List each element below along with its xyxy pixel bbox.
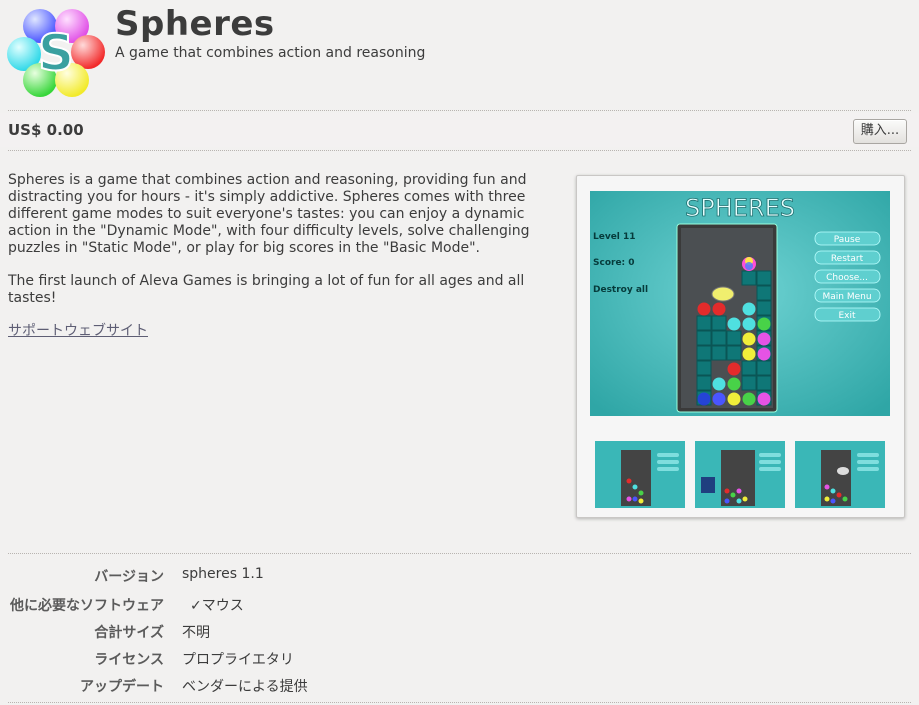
mode-text: Destroy all [593, 285, 648, 295]
divider [8, 553, 911, 554]
description-paragraph: The first launch of Aleva Games is bring… [8, 273, 525, 306]
menu-main-menu: Main Menu [822, 292, 871, 302]
detail-label: アップデート [80, 679, 164, 695]
detail-label: バージョン [94, 569, 164, 585]
divider [8, 702, 911, 703]
description: Spheres is a game that combines action a… [8, 172, 564, 356]
detail-value: プロプライエタリ [182, 652, 294, 668]
detail-value: ✓マウス [190, 598, 244, 614]
menu-restart: Restart [831, 254, 864, 264]
detail-value: ベンダーによる提供 [182, 679, 308, 695]
app-title: Spheres [115, 4, 275, 44]
game-menu: Pause Restart Choose... Main Menu Exit [814, 231, 881, 322]
menu-pause: Pause [834, 235, 861, 245]
detail-label: ライセンス [94, 652, 164, 668]
level-text: Level 11 [593, 232, 636, 242]
screenshot-thumbnail-3[interactable] [795, 441, 885, 508]
divider [8, 110, 911, 111]
screenshot-viewer: SPHERES Level 11 Score: 0 Destroy all Pa… [576, 175, 905, 518]
game-screenshot-image: SPHERES Level 11 Score: 0 Destroy all Pa… [590, 191, 890, 416]
divider [8, 150, 911, 151]
detail-value: 不明 [182, 625, 210, 641]
price-label: US$ 0.00 [8, 121, 84, 139]
price-bar [0, 113, 919, 147]
app-logo-icon: S [7, 9, 105, 97]
logo-letter: S [38, 24, 74, 82]
thumbnail-image [695, 441, 785, 508]
menu-choose: Choose... [826, 273, 868, 283]
score-text: Score: 0 [593, 258, 635, 268]
detail-label: 合計サイズ [94, 625, 164, 641]
menu-exit: Exit [838, 311, 856, 321]
thumbnail-image [595, 441, 685, 508]
buy-button[interactable]: 購入... [853, 119, 907, 144]
description-paragraph: Spheres is a game that combines action a… [8, 172, 530, 256]
app-subtitle: A game that combines action and reasonin… [115, 45, 426, 61]
screenshot-thumbnail-2[interactable] [695, 441, 785, 508]
detail-label: 他に必要なソフトウェア [10, 598, 164, 614]
thumbnail-image [795, 441, 885, 508]
game-title: SPHERES [685, 194, 795, 222]
support-website-link[interactable]: サポートウェブサイト [8, 323, 148, 339]
main-screenshot[interactable]: SPHERES Level 11 Score: 0 Destroy all Pa… [590, 191, 890, 416]
screenshot-thumbnail-1[interactable] [595, 441, 685, 508]
detail-value: spheres 1.1 [182, 566, 264, 582]
